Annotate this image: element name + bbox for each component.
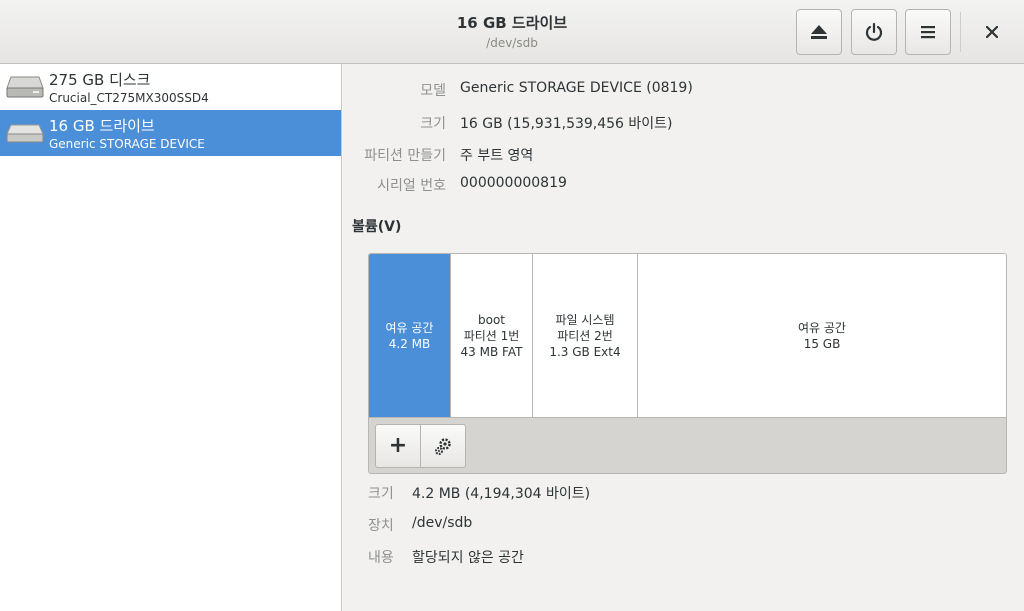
partitioning-label: 파티션 만들기 [364, 148, 446, 164]
header-bar: 16 GB 드라이브 /dev/sdb [0, 0, 1024, 64]
serial-number-label: 시리얼 번호 [377, 178, 446, 194]
partition-free-space-1[interactable]: 여유 공간 4.2 MB [369, 254, 451, 417]
model-label: 모델 [420, 83, 446, 99]
header-separator [960, 12, 961, 52]
close-button[interactable] [972, 12, 1012, 52]
size-value: 16 GB (15,931,539,456 바이트) [460, 116, 673, 132]
partitioning-value: 주 부트 영역 [460, 148, 534, 164]
hard-disk-icon [6, 76, 44, 98]
drive-list: 275 GB 디스크 Crucial_CT275MX300SSD4 16 GB … [0, 64, 342, 611]
volume-device-label: 장치 [368, 518, 394, 534]
model-value: Generic STORAGE DEVICE (0819) [460, 80, 693, 96]
partition-filesystem[interactable]: 파일 시스템 파티션 2번 1.3 GB Ext4 [533, 254, 638, 417]
volume-size-value: 4.2 MB (4,194,304 바이트) [412, 486, 591, 502]
serial-number-value: 000000000819 [460, 175, 567, 191]
drive-name: 275 GB 디스크 [49, 71, 151, 89]
partition-size: 15 GB [803, 336, 841, 351]
partition-label: 파일 시스템 [555, 312, 615, 327]
gears-icon [435, 438, 451, 455]
drive-name: 16 GB 드라이브 [49, 117, 155, 135]
menu-button[interactable] [905, 9, 951, 55]
eject-button[interactable] [796, 9, 842, 55]
drive-model: Generic STORAGE DEVICE [49, 137, 205, 151]
volumes-heading: 볼륨(V) [352, 219, 402, 235]
create-partition-button[interactable]: + [375, 424, 421, 468]
volume-device-value: /dev/sdb [412, 515, 473, 531]
partition-free-space-2[interactable]: 여유 공간 15 GB [638, 254, 1006, 417]
partition-number: 파티션 1번 [463, 328, 520, 343]
partition-label: 여유 공간 [798, 320, 846, 335]
size-label: 크기 [420, 116, 446, 132]
close-icon [986, 26, 998, 38]
volume-map: 여유 공간 4.2 MB boot 파티션 1번 43 MB FAT 파일 시스… [368, 253, 1007, 474]
partition-strip: 여유 공간 4.2 MB boot 파티션 1번 43 MB FAT 파일 시스… [369, 254, 1006, 418]
partition-size: 1.3 GB Ext4 [549, 344, 621, 359]
partition-label: boot [477, 312, 505, 327]
power-icon [865, 22, 883, 41]
removable-drive-icon [6, 124, 44, 143]
plus-icon: + [388, 433, 408, 458]
eject-icon [811, 25, 827, 39]
partition-size: 43 MB FAT [460, 344, 523, 359]
volume-contents-label: 내용 [368, 550, 394, 566]
drive-model: Crucial_CT275MX300SSD4 [49, 91, 209, 105]
partition-size: 4.2 MB [388, 336, 431, 351]
partition-label: 여유 공간 [385, 320, 434, 335]
volume-size-label: 크기 [368, 486, 394, 502]
partition-settings-button[interactable] [420, 424, 466, 468]
partition-number: 파티션 2번 [557, 328, 613, 343]
drive-list-item-selected[interactable]: 16 GB 드라이브 Generic STORAGE DEVICE [0, 110, 341, 156]
partition-boot[interactable]: boot 파티션 1번 43 MB FAT [451, 254, 533, 417]
menu-icon [921, 26, 935, 39]
volume-contents-value: 할당되지 않은 공간 [412, 550, 524, 566]
power-off-button[interactable] [851, 9, 897, 55]
drive-list-item[interactable]: 275 GB 디스크 Crucial_CT275MX300SSD4 [0, 64, 341, 110]
